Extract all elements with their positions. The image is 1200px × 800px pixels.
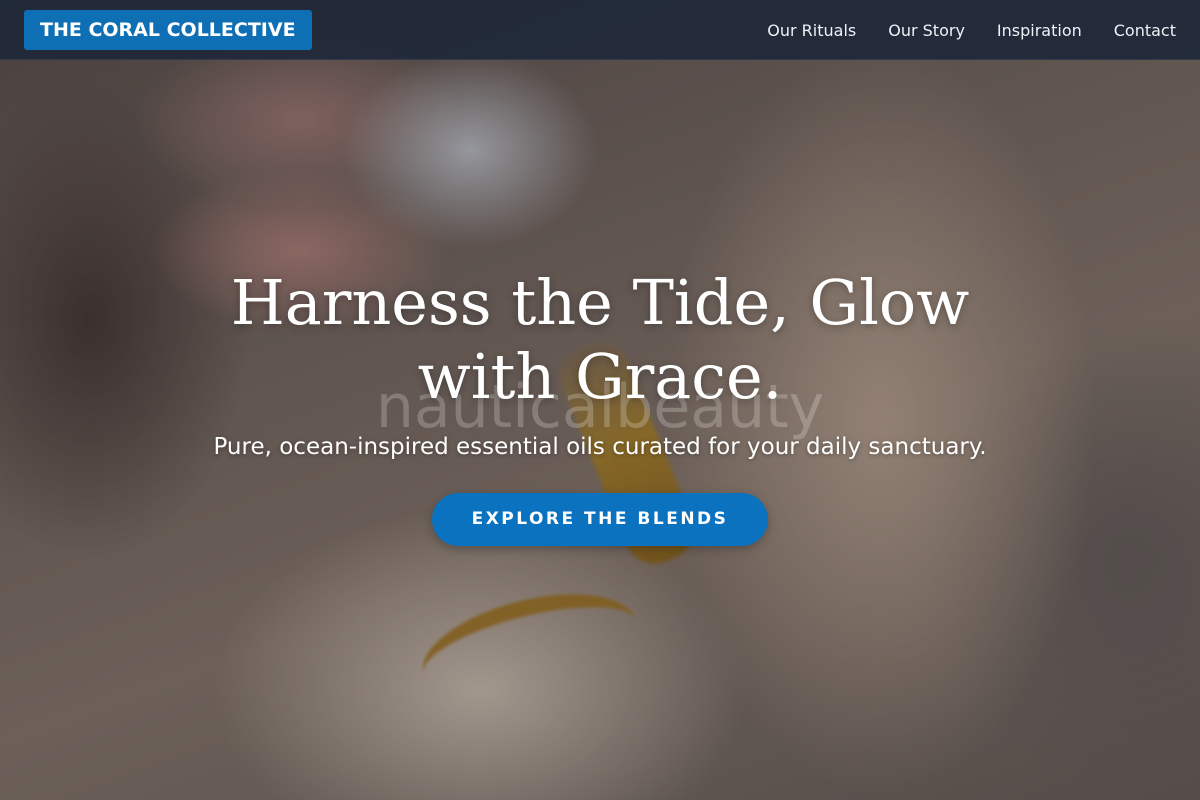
hero-subheadline: Pure, ocean-inspired essential oils cura… <box>213 434 987 460</box>
landing-page: THE CORAL COLLECTIVE Our Rituals Our Sto… <box>0 0 1200 800</box>
hero-section: nauticalbeauty Harness the Tide, Glow wi… <box>0 0 1200 800</box>
hero-headline: Harness the Tide, Glow with Grace. <box>230 266 970 413</box>
explore-blends-button[interactable]: EXPLORE THE BLENDS <box>432 493 768 546</box>
